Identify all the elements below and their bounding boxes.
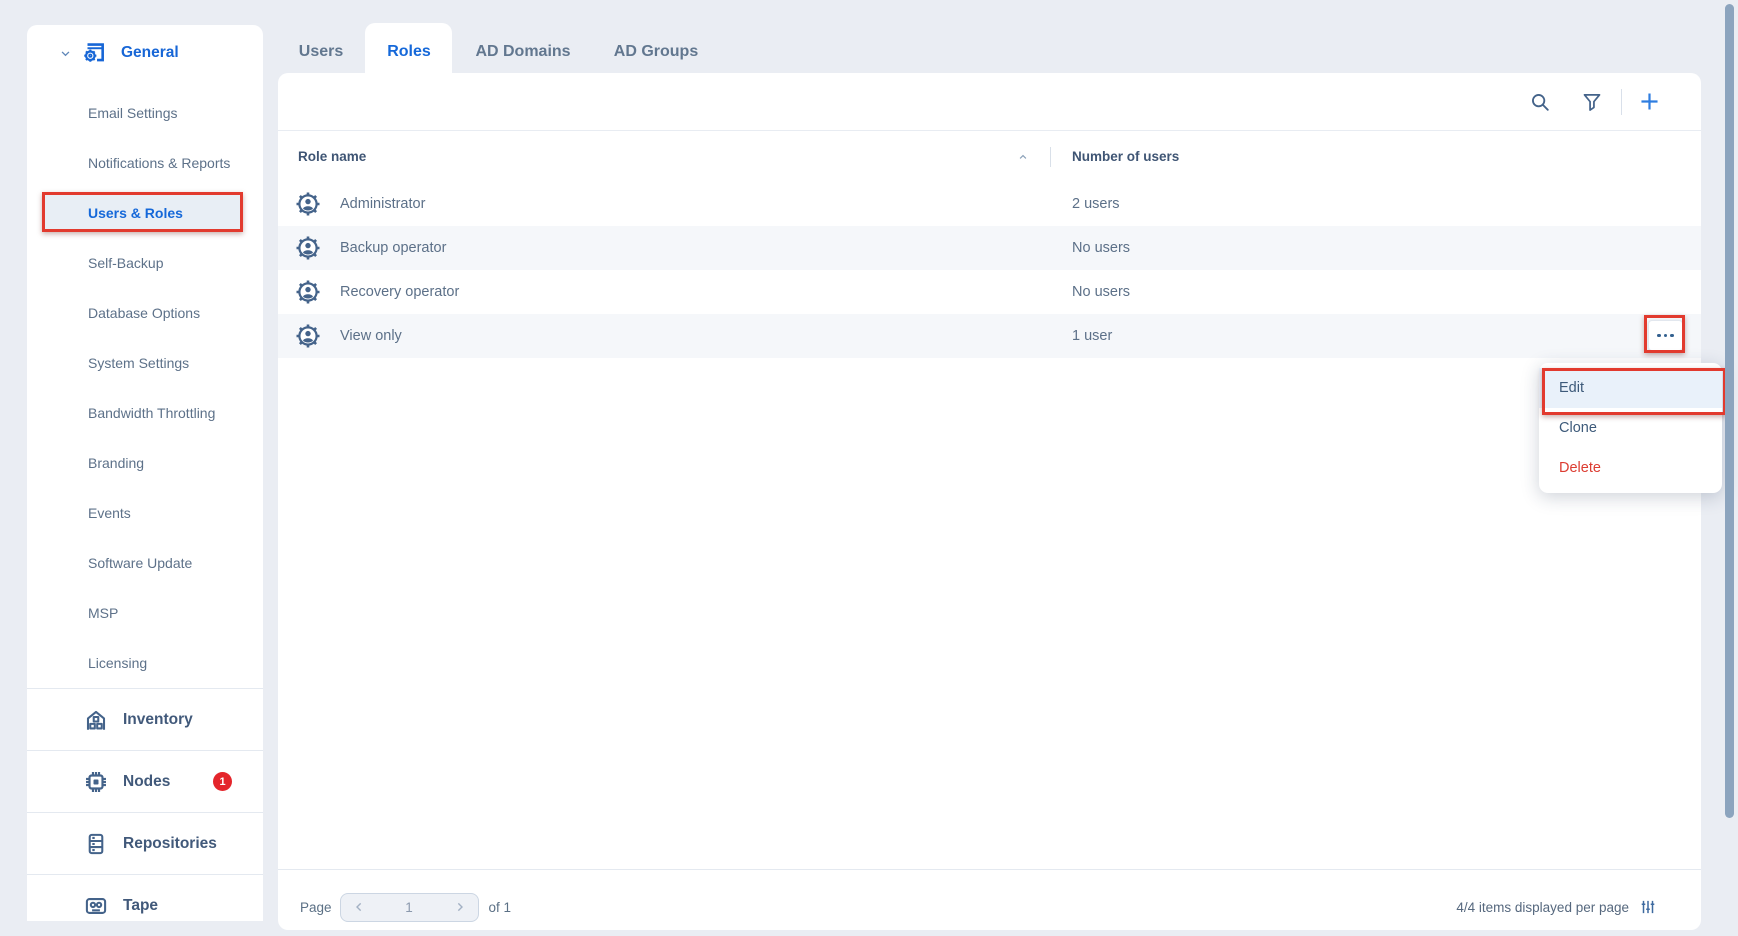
tab-ad-domains[interactable]: AD Domains xyxy=(475,43,570,61)
menu-item-clone[interactable]: Clone xyxy=(1539,408,1722,448)
page-selector: 1 xyxy=(340,893,479,922)
sidebar-section-label: Inventory xyxy=(123,711,193,729)
sidebar-group-general[interactable]: General xyxy=(27,25,263,81)
sidebar-item-system-settings[interactable]: System Settings xyxy=(27,338,263,388)
repositories-icon xyxy=(83,831,109,857)
role-user-count: No users xyxy=(1050,284,1130,300)
sidebar-item-branding[interactable]: Branding xyxy=(27,438,263,488)
sidebar-section-label: Tape xyxy=(123,897,158,915)
nodes-alert-badge: 1 xyxy=(213,772,232,791)
table-row-view-only[interactable]: View only 1 user xyxy=(278,314,1701,358)
sidebar-item-msp[interactable]: MSP xyxy=(27,588,263,638)
sort-ascending-icon[interactable] xyxy=(1016,150,1030,164)
role-icon xyxy=(295,235,321,261)
menu-item-delete[interactable]: Delete xyxy=(1539,448,1722,488)
tab-users[interactable]: Users xyxy=(299,43,343,61)
current-page-value[interactable]: 1 xyxy=(377,900,442,915)
sidebar: General Email Settings Notifications & R… xyxy=(27,25,263,921)
chevron-right-icon xyxy=(452,899,468,915)
role-name: Recovery operator xyxy=(340,284,459,300)
role-icon xyxy=(295,323,321,349)
sidebar-item-events[interactable]: Events xyxy=(27,488,263,538)
sidebar-item-database-options[interactable]: Database Options xyxy=(27,288,263,338)
row-context-menu: Edit Clone Delete xyxy=(1539,363,1722,493)
total-pages-label: of 1 xyxy=(489,900,512,915)
sidebar-section-nodes[interactable]: Nodes 1 xyxy=(27,750,263,812)
table-row-recovery-operator[interactable]: Recovery operator No users xyxy=(278,270,1701,314)
next-page-button[interactable] xyxy=(442,899,478,915)
table-row-backup-operator[interactable]: Backup operator No users xyxy=(278,226,1701,270)
role-name: View only xyxy=(340,328,402,344)
sidebar-general-items: Email Settings Notifications & Reports U… xyxy=(27,88,263,688)
items-per-page-summary: 4/4 items displayed per page xyxy=(1456,900,1629,915)
role-icon xyxy=(295,191,321,217)
sidebar-section-repositories[interactable]: Repositories xyxy=(27,812,263,874)
sidebar-item-email-settings[interactable]: Email Settings xyxy=(27,88,263,138)
sidebar-item-licensing[interactable]: Licensing xyxy=(27,638,263,688)
items-per-page-settings-icon[interactable] xyxy=(1639,898,1657,916)
vertical-scrollbar-thumb[interactable] xyxy=(1725,4,1734,818)
sidebar-section-inventory[interactable]: Inventory xyxy=(27,688,263,750)
sidebar-group-label: General xyxy=(121,44,179,62)
filter-icon xyxy=(1581,91,1603,113)
filter-button[interactable] xyxy=(1581,91,1603,113)
table-toolbar xyxy=(278,73,1701,131)
ellipsis-icon xyxy=(1670,334,1674,338)
toolbar-divider xyxy=(1621,89,1622,115)
tab-ad-groups[interactable]: AD Groups xyxy=(614,43,698,61)
row-actions-button[interactable] xyxy=(1648,320,1683,351)
nodes-icon xyxy=(83,769,109,795)
add-role-button[interactable] xyxy=(1638,90,1661,113)
sidebar-item-notifications-reports[interactable]: Notifications & Reports xyxy=(27,138,263,188)
inventory-icon xyxy=(83,707,109,733)
sidebar-section-tape[interactable]: Tape xyxy=(27,874,263,936)
search-button[interactable] xyxy=(1529,91,1551,113)
chevron-left-icon xyxy=(351,899,367,915)
role-user-count: 2 users xyxy=(1050,196,1120,212)
chevron-down-icon[interactable] xyxy=(58,46,73,61)
sidebar-item-users-roles[interactable]: Users & Roles xyxy=(27,188,263,238)
sidebar-section-label: Nodes xyxy=(123,773,170,791)
role-icon xyxy=(295,279,321,305)
role-name: Administrator xyxy=(340,196,425,212)
column-header-number-of-users[interactable]: Number of users xyxy=(1051,149,1179,164)
column-header-role-name[interactable]: Role name xyxy=(298,149,366,164)
previous-page-button[interactable] xyxy=(341,899,377,915)
table-header: Role name Number of users xyxy=(278,131,1701,182)
ellipsis-icon xyxy=(1657,334,1661,338)
sidebar-item-software-update[interactable]: Software Update xyxy=(27,538,263,588)
table-row-administrator[interactable]: Administrator 2 users xyxy=(278,182,1701,226)
role-user-count: No users xyxy=(1050,240,1130,256)
add-icon xyxy=(1638,90,1661,113)
role-name: Backup operator xyxy=(340,240,446,256)
general-settings-icon xyxy=(81,40,107,66)
ellipsis-icon xyxy=(1664,334,1668,338)
sidebar-section-label: Repositories xyxy=(123,835,217,853)
sidebar-item-self-backup[interactable]: Self-Backup xyxy=(27,238,263,288)
sidebar-item-bandwidth-throttling[interactable]: Bandwidth Throttling xyxy=(27,388,263,438)
roles-panel: Role name Number of users Administrator … xyxy=(278,73,1701,930)
search-icon xyxy=(1529,91,1551,113)
role-user-count: 1 user xyxy=(1050,328,1112,344)
page-label: Page xyxy=(300,900,332,915)
tab-roles[interactable]: Roles xyxy=(387,43,431,61)
tape-icon xyxy=(83,893,109,919)
menu-item-edit[interactable]: Edit xyxy=(1539,368,1722,408)
